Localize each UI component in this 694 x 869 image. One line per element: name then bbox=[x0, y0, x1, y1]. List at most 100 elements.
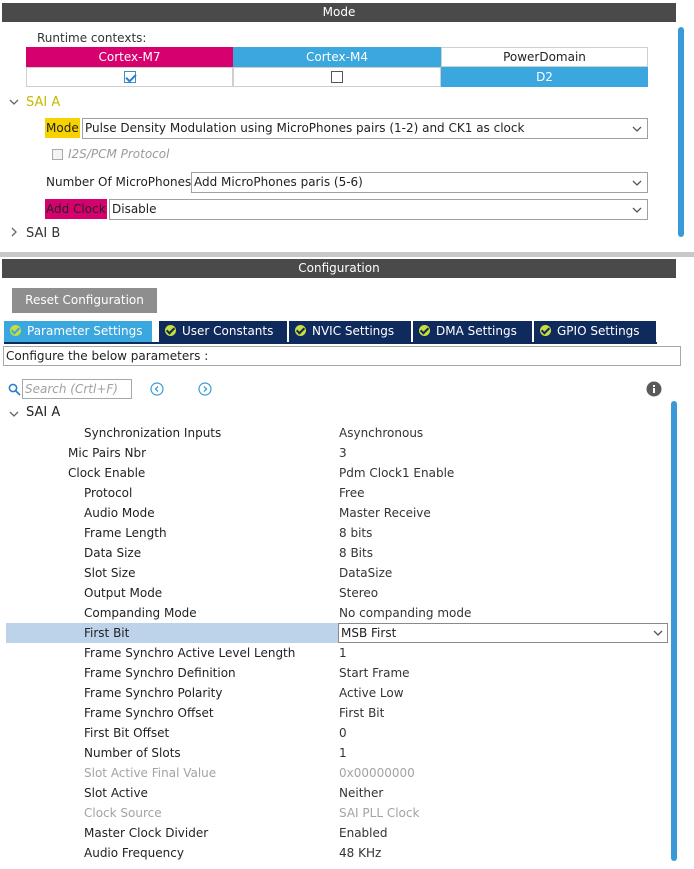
parameter-row[interactable]: Slot Size DataSize bbox=[6, 563, 668, 583]
add-clock-select[interactable]: Disable bbox=[109, 199, 648, 220]
parameter-name: Number of Slots bbox=[84, 746, 181, 760]
tab-gpio-settings[interactable]: GPIO Settings bbox=[534, 321, 657, 342]
mode-select[interactable]: Pulse Density Modulation using MicroPhon… bbox=[82, 118, 648, 139]
parameter-value: Asynchronous bbox=[339, 426, 424, 440]
parameter-row[interactable]: Frame Synchro Polarity Active Low bbox=[6, 683, 668, 703]
chevron-right-circle-icon[interactable] bbox=[198, 382, 212, 396]
parameter-name: Frame Length bbox=[84, 526, 167, 540]
parameter-row[interactable]: Audio Mode Master Receive bbox=[6, 503, 668, 523]
parameter-row[interactable]: Audio Frequency 48 KHz bbox=[6, 843, 668, 863]
mode-select-value: Pulse Density Modulation using MicroPhon… bbox=[85, 121, 525, 135]
parameter-value: Stereo bbox=[339, 586, 379, 600]
tab-user-constants[interactable]: User Constants bbox=[159, 321, 288, 342]
configuration-panel: Configuration Reset Configuration Parame… bbox=[0, 257, 694, 869]
tab-nvic-settings[interactable]: NVIC Settings bbox=[289, 321, 412, 342]
parameter-row[interactable]: Number of Slots 1 bbox=[6, 743, 668, 763]
search-icon[interactable] bbox=[8, 383, 21, 396]
parameter-value: Active Low bbox=[339, 686, 404, 700]
parameter-value: 3 bbox=[339, 446, 347, 460]
tab-label: GPIO Settings bbox=[557, 324, 640, 338]
parameter-value: 8 bits bbox=[339, 526, 373, 540]
tab-dma-settings[interactable]: DMA Settings bbox=[413, 321, 533, 342]
add-clock-value: Disable bbox=[112, 202, 157, 216]
chevron-down-icon[interactable] bbox=[9, 409, 19, 419]
parameter-row[interactable]: Data Size 8 Bits bbox=[6, 543, 668, 563]
sai-a-tree-item[interactable]: SAI A bbox=[26, 95, 60, 110]
parameter-name: Slot Active Final Value bbox=[84, 766, 217, 780]
parameter-row[interactable]: Frame Length 8 bits bbox=[6, 523, 668, 543]
i2s-pcm-protocol-checkbox[interactable] bbox=[52, 149, 63, 160]
check-circle-icon bbox=[419, 325, 430, 336]
parameter-row[interactable]: Mic Pairs Nbr 3 bbox=[6, 443, 668, 463]
tab-parameter-settings[interactable]: Parameter Settings bbox=[4, 321, 153, 342]
parameter-row[interactable]: Frame Synchro Active Level Length 1 bbox=[6, 643, 668, 663]
tab-label: Parameter Settings bbox=[27, 324, 143, 338]
cortex-m4-cell bbox=[233, 67, 441, 87]
cortex-m7-cell bbox=[26, 67, 233, 87]
parameter-value: 48 KHz bbox=[339, 846, 382, 860]
parameter-name: Output Mode bbox=[84, 586, 163, 600]
mode-label: Mode bbox=[45, 118, 80, 138]
config-tabs: Parameter Settings User Constants NVIC S… bbox=[4, 321, 684, 342]
parameter-name: Frame Synchro Definition bbox=[84, 666, 236, 680]
parameter-name: First Bit Offset bbox=[84, 726, 170, 740]
parameter-row[interactable]: Clock Enable Pdm Clock1 Enable bbox=[6, 463, 668, 483]
parameter-row[interactable]: Slot Active Neither bbox=[6, 783, 668, 803]
chevron-left-circle-icon[interactable] bbox=[150, 382, 164, 396]
sai-b-tree-item[interactable]: SAI B bbox=[26, 226, 60, 241]
parameter-name: First Bit bbox=[84, 626, 130, 640]
parameter-row[interactable]: Frame Synchro Definition Start Frame bbox=[6, 663, 668, 683]
chevron-down-icon bbox=[632, 205, 642, 215]
parameter-row[interactable]: Master Clock Divider Enabled bbox=[6, 823, 668, 843]
parameter-value: First Bit bbox=[339, 706, 385, 720]
parameter-name: Master Clock Divider bbox=[84, 826, 209, 840]
parameter-value: Free bbox=[339, 486, 365, 500]
tab-label: DMA Settings bbox=[436, 324, 517, 338]
parameter-name: Audio Mode bbox=[84, 506, 155, 520]
runtime-contexts-label: Runtime contexts: bbox=[37, 31, 147, 45]
cortex-m4-checkbox[interactable] bbox=[331, 70, 343, 83]
parameter-row[interactable]: First Bit Offset 0 bbox=[6, 723, 668, 743]
runtime-contexts-table: Cortex-M7 Cortex-M4 PowerDomain D2 bbox=[26, 47, 648, 87]
parameter-row[interactable]: Synchronization Inputs Asynchronous bbox=[6, 423, 668, 443]
parameter-value: Enabled bbox=[339, 826, 388, 840]
info-icon[interactable] bbox=[646, 381, 662, 397]
parameter-name: Frame Synchro Active Level Length bbox=[84, 646, 296, 660]
parameter-name: Clock Source bbox=[84, 806, 162, 820]
tab-label: User Constants bbox=[182, 324, 274, 338]
chevron-down-icon bbox=[632, 124, 642, 134]
parameter-row[interactable]: Output Mode Stereo bbox=[6, 583, 668, 603]
power-domain-value: D2 bbox=[441, 67, 648, 87]
parameter-value: 1 bbox=[339, 646, 347, 660]
chevron-down-icon[interactable] bbox=[9, 97, 19, 107]
parameter-value: MSB First bbox=[341, 626, 397, 640]
parameter-row[interactable]: Companding Mode No companding mode bbox=[6, 603, 668, 623]
parameter-name: Slot Active bbox=[84, 786, 148, 800]
configuration-panel-title: Configuration bbox=[2, 259, 676, 278]
parameter-row[interactable]: First Bit MSB First bbox=[6, 623, 668, 643]
parameter-value: 0 bbox=[339, 726, 347, 740]
check-circle-icon bbox=[540, 325, 551, 336]
parameter-value: DataSize bbox=[339, 566, 393, 580]
search-input[interactable] bbox=[22, 379, 132, 399]
cortex-m7-checkbox[interactable] bbox=[123, 70, 136, 83]
chevron-right-icon[interactable] bbox=[9, 227, 19, 237]
configure-parameters-description: Configure the below parameters : bbox=[3, 346, 681, 366]
parameter-row[interactable]: Frame Synchro Offset First Bit bbox=[6, 703, 668, 723]
parameter-row[interactable]: Protocol Free bbox=[6, 483, 668, 503]
mode-panel-scrollbar[interactable] bbox=[678, 27, 684, 237]
check-circle-icon bbox=[165, 325, 176, 336]
parameter-value: Start Frame bbox=[339, 666, 410, 680]
number-of-microphones-value: Add MicroPhones paris (5-6) bbox=[194, 175, 363, 189]
parameter-name: Mic Pairs Nbr bbox=[68, 446, 147, 460]
parameter-value: SAI PLL Clock bbox=[339, 806, 420, 820]
mode-panel: Mode Runtime contexts: Cortex-M7 Cortex-… bbox=[0, 0, 694, 252]
parameter-group-sai-a[interactable]: SAI A bbox=[26, 405, 60, 420]
number-of-microphones-select[interactable]: Add MicroPhones paris (5-6) bbox=[191, 172, 648, 193]
parameter-name: Clock Enable bbox=[68, 466, 146, 480]
parameter-value-select[interactable]: MSB First bbox=[338, 623, 668, 643]
parameter-row: Clock Source SAI PLL Clock bbox=[6, 803, 668, 823]
mode-panel-title: Mode bbox=[2, 3, 676, 22]
reset-configuration-button[interactable]: Reset Configuration bbox=[12, 288, 157, 313]
configuration-panel-scrollbar[interactable] bbox=[671, 401, 677, 861]
